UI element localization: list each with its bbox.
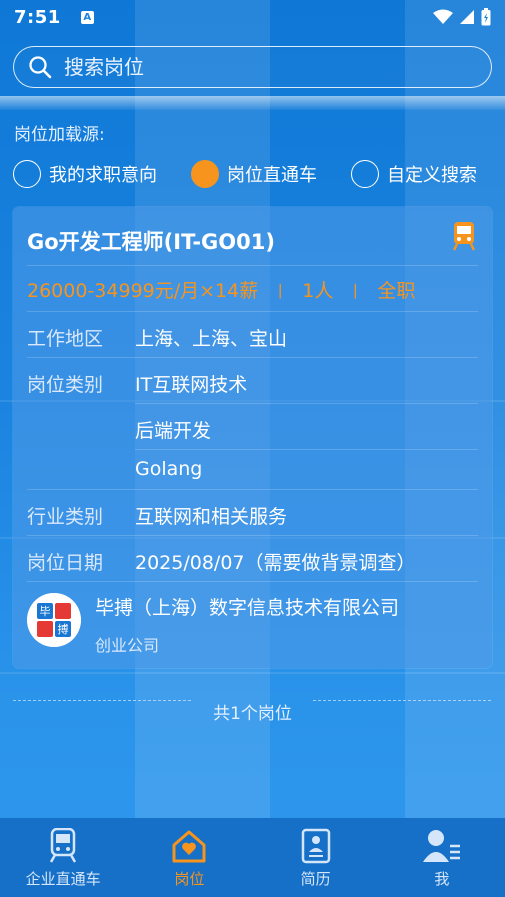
tab-me[interactable]: 我	[379, 818, 505, 897]
bottom-tabbar: 企业直通车 岗位 简历 我	[0, 818, 505, 897]
separator: 丨	[272, 281, 289, 301]
tab-enterprise-express[interactable]: 企业直通车	[0, 818, 126, 897]
radio-circle[interactable]	[351, 160, 379, 188]
separator: 丨	[347, 281, 364, 301]
tab-jobs[interactable]: 岗位	[126, 818, 252, 897]
signal-icon	[460, 10, 474, 24]
job-category-value: 后端开发	[135, 420, 212, 442]
total-count: 共1个岗位	[213, 704, 292, 724]
search-input[interactable]	[64, 55, 464, 79]
radio-label: 岗位直通车	[227, 165, 317, 186]
search-icon	[29, 56, 52, 79]
divider	[27, 311, 478, 312]
tab-label: 企业直通车	[25, 870, 101, 888]
radio-my-intention[interactable]: 我的求职意向	[13, 160, 157, 188]
work-area-value: 上海、上海、宝山	[135, 328, 288, 350]
divider	[135, 449, 478, 450]
job-card[interactable]: Go开发工程师(IT-GO01) 26000-34999元/月×14薪 丨 1人…	[13, 207, 492, 668]
tab-resume[interactable]: 简历	[253, 818, 379, 897]
wifi-icon	[433, 9, 453, 24]
employment-type: 全职	[377, 280, 416, 302]
battery-icon	[481, 8, 491, 26]
job-title: Go开发工程师(IT-GO01)	[27, 230, 275, 254]
tab-label: 岗位	[174, 870, 205, 888]
work-area-label: 工作地区	[27, 328, 104, 350]
industry-value: 互联网和相关服务	[135, 506, 288, 528]
source-radio-group: 我的求职意向 岗位直通车 自定义搜索	[13, 158, 503, 190]
job-date-label: 岗位日期	[27, 552, 104, 574]
job-date-value: 2025/08/07（需要做背景调查）	[135, 552, 416, 574]
search-bar[interactable]	[13, 46, 492, 88]
radio-custom-search[interactable]: 自定义搜索	[351, 160, 477, 188]
radio-label: 我的求职意向	[49, 165, 157, 186]
notification-icon: A	[80, 10, 94, 24]
industry-label: 行业类别	[27, 506, 104, 528]
company-logo: 毕 搏	[27, 593, 81, 647]
salary: 26000-34999元/月×14薪	[27, 280, 259, 302]
divider	[27, 535, 478, 536]
divider	[27, 489, 478, 490]
company-name[interactable]: 毕搏（上海）数字信息技术有限公司	[95, 593, 399, 620]
train-icon	[452, 222, 476, 251]
profile-icon	[422, 830, 460, 862]
divider	[135, 403, 478, 404]
radio-label: 自定义搜索	[387, 165, 477, 186]
source-label: 岗位加载源:	[14, 125, 105, 145]
divider	[27, 357, 478, 358]
home-icon	[172, 830, 206, 863]
tab-label: 简历	[300, 870, 331, 888]
train-icon	[50, 828, 77, 863]
radio-circle-checked[interactable]	[191, 160, 219, 188]
radio-circle[interactable]	[13, 160, 41, 188]
status-time: 7:51	[14, 6, 61, 28]
logo-text: 搏	[58, 622, 69, 636]
job-category-value: Golang	[135, 458, 203, 480]
status-bar: 7:51 A	[0, 0, 505, 34]
job-category-value: IT互联网技术	[135, 374, 248, 396]
divider	[27, 265, 478, 266]
company-type: 创业公司	[95, 636, 160, 655]
divider	[27, 581, 478, 582]
salary-row: 26000-34999元/月×14薪 丨 1人 丨 全职	[27, 276, 415, 303]
job-category-label: 岗位类别	[27, 374, 104, 396]
logo-text: 毕	[40, 605, 51, 618]
headcount: 1人	[302, 280, 334, 302]
background-grid-line	[0, 672, 505, 674]
resume-icon	[301, 828, 330, 864]
radio-job-express[interactable]: 岗位直通车	[191, 160, 317, 188]
header-sheen	[0, 96, 505, 110]
tab-label: 我	[434, 870, 450, 888]
